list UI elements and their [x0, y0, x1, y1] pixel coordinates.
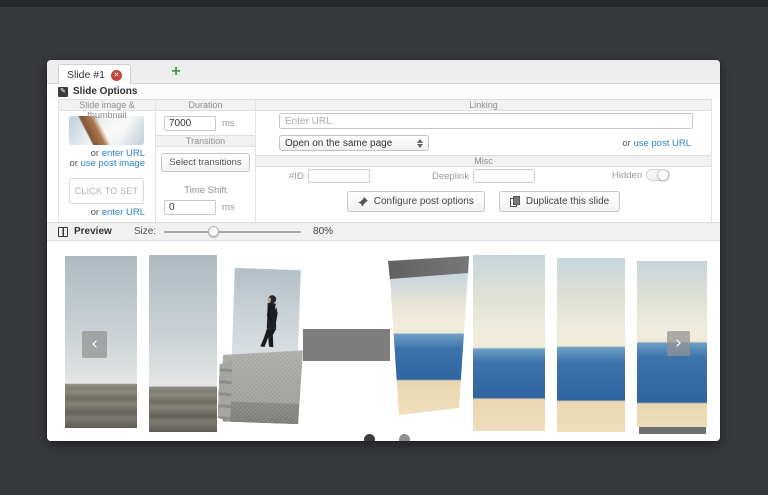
- slide-slice-4-cube: [388, 256, 472, 416]
- thumbnail-enter-url-link[interactable]: enter URL: [102, 207, 145, 218]
- slide-slice-5: [473, 255, 545, 431]
- preview-label: Preview: [74, 226, 112, 237]
- slide-options-title: Slide Options: [73, 86, 137, 97]
- duplicate-slide-label: Duplicate this slide: [526, 196, 609, 207]
- preview-size-value: 80%: [313, 226, 333, 237]
- slide-slice-3-businessman: [220, 268, 306, 433]
- businessman-figure: [257, 294, 286, 353]
- pushpin-icon: [358, 197, 368, 207]
- link-url-input[interactable]: [279, 113, 693, 129]
- slide-editor-panel: Slide #1 ✕ + ✎ Slide Options Slide image…: [47, 60, 720, 441]
- time-shift-unit: ms: [222, 202, 235, 213]
- use-post-image-link[interactable]: use post image: [81, 158, 145, 169]
- concrete-steps: [217, 359, 232, 421]
- hidden-toggle[interactable]: [646, 169, 670, 181]
- tab-slide-1-label: Slide #1: [67, 69, 105, 81]
- carousel-bullet-inactive[interactable]: [399, 434, 410, 441]
- timing-column: Duration ms Transition Select transition…: [155, 99, 255, 222]
- image-column: Slide image & thumbnail or enter URL or …: [58, 99, 155, 222]
- thumbnail-click-to-set[interactable]: CLICK TO SET: [69, 178, 144, 204]
- id-input[interactable]: [308, 169, 370, 183]
- slide-tab-bar: Slide #1 ✕ +: [47, 60, 720, 84]
- tab-slide-1[interactable]: Slide #1 ✕: [58, 64, 131, 85]
- slide-options-grid: Slide image & thumbnail or enter URL or …: [58, 99, 712, 222]
- hidden-label: Hidden: [612, 170, 642, 181]
- add-slide-button[interactable]: +: [167, 62, 185, 82]
- preview-size-label: Size:: [134, 226, 156, 237]
- duration-header: Duration: [156, 99, 255, 111]
- or-text: or: [622, 138, 633, 149]
- link-target-select[interactable]: Open on the same page: [279, 135, 429, 151]
- duplicate-icon: [510, 196, 520, 207]
- time-shift-input[interactable]: [164, 200, 216, 215]
- carousel-bullet-active[interactable]: [364, 434, 375, 441]
- slide-preview-area: ‹ ›: [47, 242, 720, 441]
- hidden-toggle-knob: [657, 169, 669, 181]
- preview-size-slider[interactable]: [164, 231, 301, 233]
- carousel-next-button[interactable]: ›: [667, 331, 690, 356]
- duration-unit: ms: [222, 118, 235, 129]
- deeplink-input[interactable]: [473, 169, 535, 183]
- linking-misc-column: Linking Open on the same page or use pos…: [255, 99, 712, 222]
- deeplink-label: Deeplink: [432, 171, 469, 182]
- cube-front-face: [388, 256, 472, 416]
- misc-header: Misc: [256, 155, 711, 167]
- or-text: or: [69, 158, 80, 169]
- delete-slide-icon[interactable]: ✕: [111, 70, 122, 81]
- transition-header: Transition: [156, 135, 255, 147]
- id-label: #ID: [289, 171, 304, 182]
- or-text: or: [91, 207, 102, 218]
- caption-layer-box: [303, 329, 390, 361]
- preview-icon: [58, 227, 68, 237]
- edit-icon: ✎: [58, 87, 68, 97]
- link-target-value: Open on the same page: [285, 138, 392, 149]
- carousel-prev-button[interactable]: ‹: [82, 331, 107, 358]
- concrete-block: [220, 348, 303, 425]
- slice-7-side-face: [639, 427, 706, 434]
- duration-input[interactable]: [164, 116, 216, 131]
- use-post-url-link[interactable]: use post URL: [633, 138, 691, 149]
- preview-bar: Preview Size: 80%: [47, 222, 720, 241]
- slide-image-thumbnail[interactable]: [69, 116, 144, 145]
- linking-header: Linking: [256, 99, 711, 111]
- preview-size-slider-knob[interactable]: [208, 226, 219, 237]
- select-updown-icon: [417, 139, 423, 148]
- window-top-edge: [0, 0, 768, 7]
- configure-post-options-label: Configure post options: [374, 196, 474, 207]
- configure-post-options-button[interactable]: Configure post options: [347, 191, 485, 212]
- slide-slice-2: [149, 255, 217, 432]
- select-transitions-button[interactable]: Select transitions: [161, 153, 249, 172]
- time-shift-label: Time Shift: [156, 185, 255, 196]
- slide-slice-6: [557, 258, 625, 432]
- image-column-header: Slide image & thumbnail: [59, 99, 155, 111]
- duplicate-slide-button[interactable]: Duplicate this slide: [499, 191, 620, 212]
- slide-options-header: ✎ Slide Options: [47, 84, 720, 99]
